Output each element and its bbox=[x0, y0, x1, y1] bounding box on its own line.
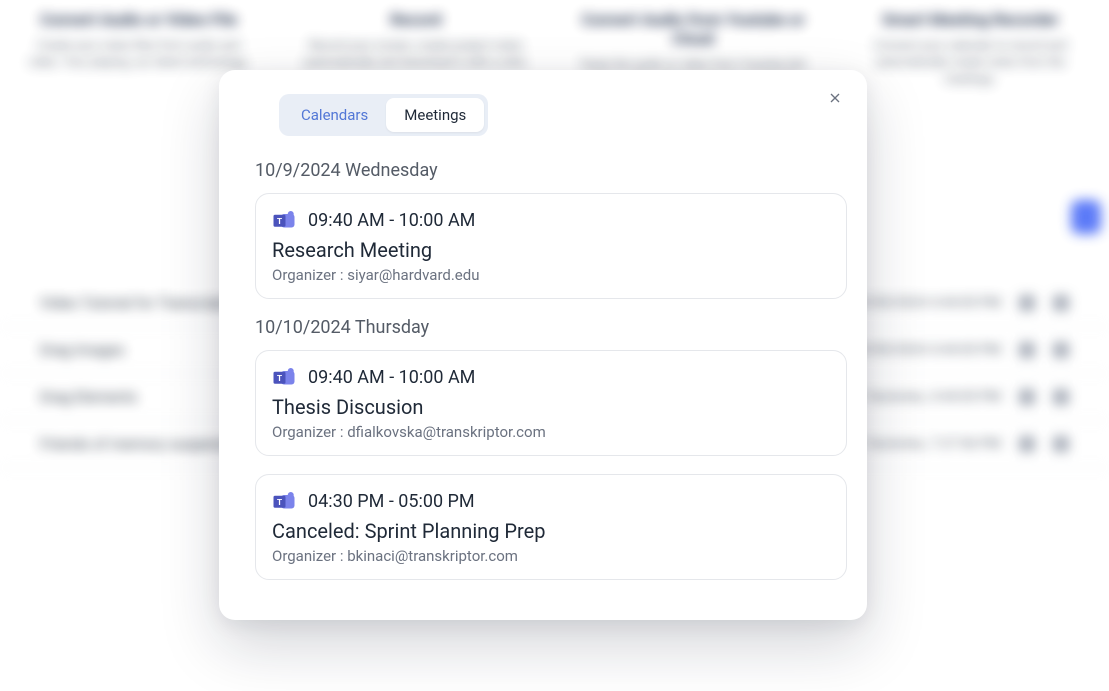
meeting-title: Canceled: Sprint Planning Prep bbox=[272, 519, 830, 543]
svg-text:T: T bbox=[277, 498, 282, 507]
meetings-modal: Calendars Meetings 10/9/2024 Wednesday T… bbox=[219, 70, 867, 620]
day-label: 10/9/2024 Wednesday bbox=[255, 160, 847, 181]
meeting-organizer: Organizer : siyar@hardvard.edu bbox=[272, 266, 830, 284]
tab-calendars[interactable]: Calendars bbox=[283, 98, 386, 132]
meeting-title: Research Meeting bbox=[272, 238, 830, 262]
meeting-card[interactable]: T 09:40 AM - 10:00 AM Research Meeting O… bbox=[255, 193, 847, 299]
meeting-time: 09:40 AM - 10:00 AM bbox=[308, 210, 475, 231]
meeting-organizer: Organizer : dfialkovska@transkriptor.com bbox=[272, 423, 830, 441]
meeting-time: 04:30 PM - 05:00 PM bbox=[308, 491, 475, 512]
modal-overlay: Calendars Meetings 10/9/2024 Wednesday T… bbox=[0, 0, 1109, 691]
tab-switch: Calendars Meetings bbox=[279, 94, 488, 136]
teams-icon: T bbox=[272, 365, 296, 389]
svg-text:T: T bbox=[277, 374, 282, 383]
meeting-card[interactable]: T 09:40 AM - 10:00 AM Thesis Discusion O… bbox=[255, 350, 847, 456]
teams-icon: T bbox=[272, 208, 296, 232]
meeting-list-scroll[interactable]: 10/9/2024 Wednesday T 09:40 AM - 10:00 A… bbox=[243, 152, 855, 596]
close-button[interactable] bbox=[825, 88, 845, 108]
meeting-organizer: Organizer : bkinaci@transkriptor.com bbox=[272, 547, 830, 565]
meeting-title: Thesis Discusion bbox=[272, 395, 830, 419]
tab-meetings[interactable]: Meetings bbox=[386, 98, 484, 132]
meeting-time: 09:40 AM - 10:00 AM bbox=[308, 367, 475, 388]
close-icon bbox=[827, 90, 843, 106]
day-label: 10/10/2024 Thursday bbox=[255, 317, 847, 338]
meeting-card[interactable]: T 04:30 PM - 05:00 PM Canceled: Sprint P… bbox=[255, 474, 847, 580]
teams-icon: T bbox=[272, 489, 296, 513]
svg-text:T: T bbox=[277, 217, 282, 226]
